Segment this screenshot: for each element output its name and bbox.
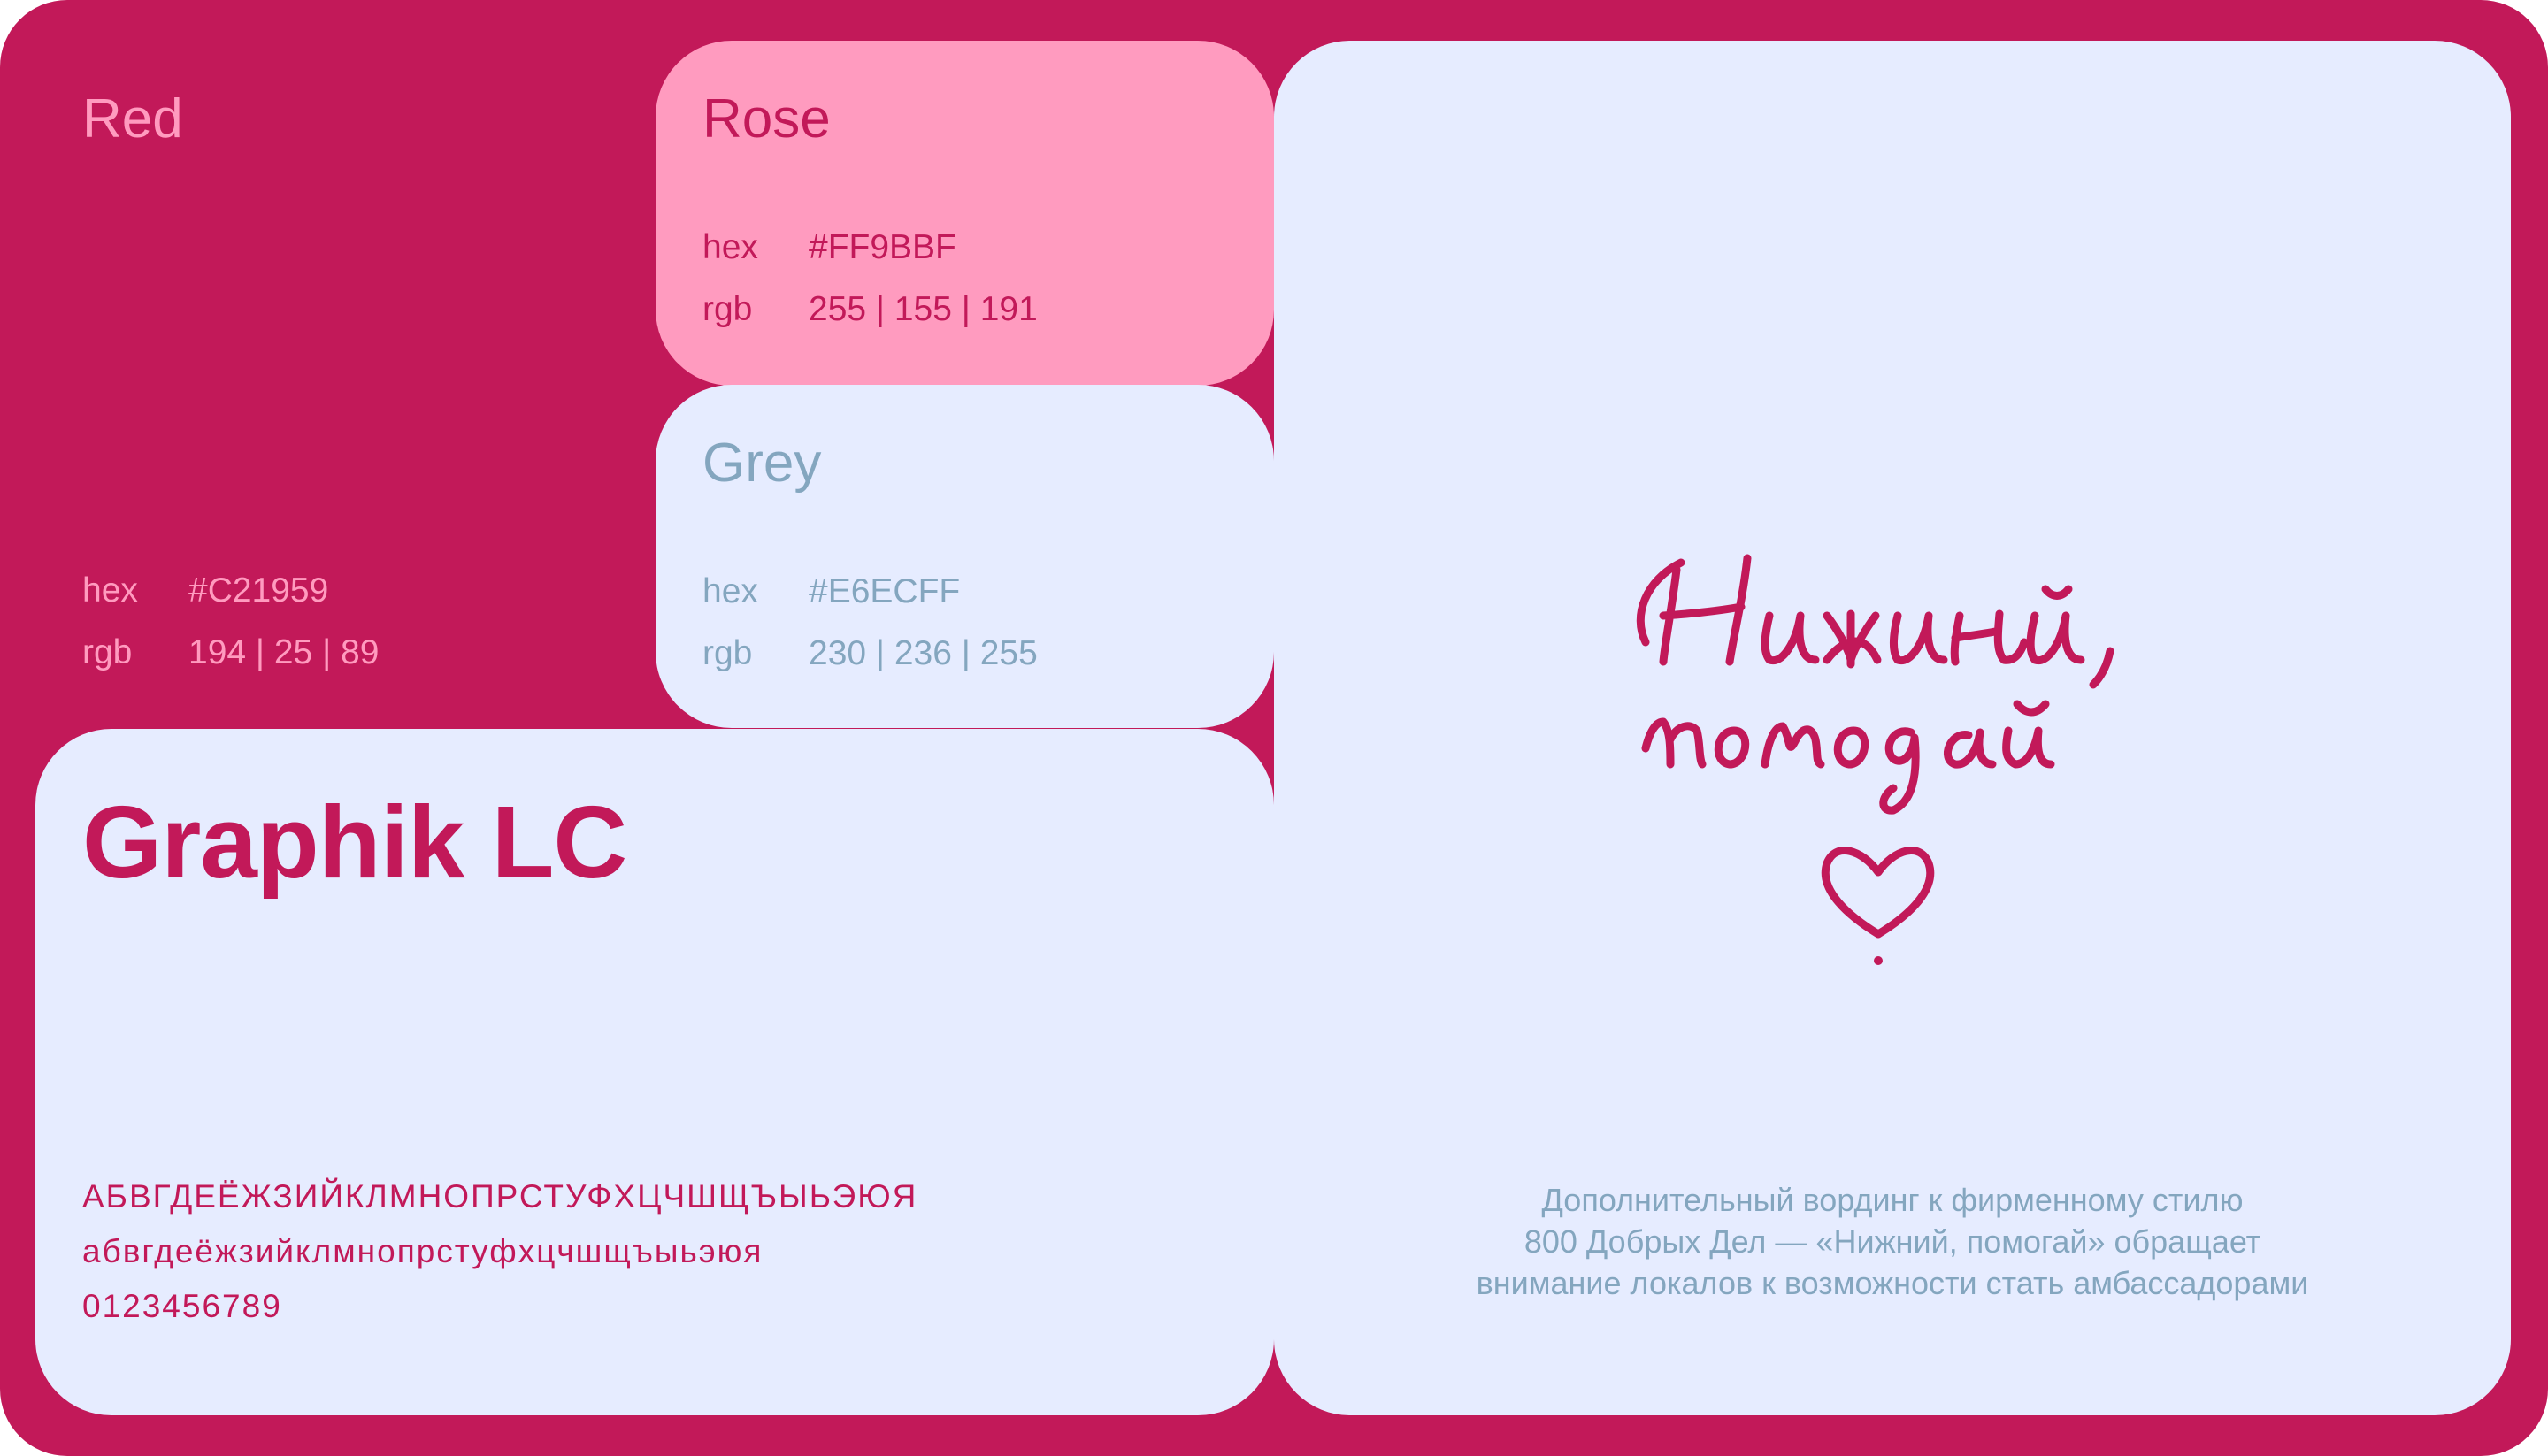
rgb-label: rgb <box>702 634 753 672</box>
brand-board: Red hex #C21959 rgb 194 | 25 | 89 Rose h… <box>0 0 2548 1456</box>
slogan-description: Дополнительный вординг к фирменному стил… <box>1274 1179 2511 1304</box>
swatch-grey: Grey hex #E6ECFF rgb 230 | 236 | 255 <box>656 385 1274 728</box>
rgb-value: 194 | 25 | 89 <box>188 633 380 671</box>
hex-label: hex <box>702 228 758 266</box>
description-line: Дополнительный вординг к фирменному стил… <box>1541 1182 2244 1218</box>
rgb-value: 230 | 236 | 255 <box>809 634 1038 672</box>
handwritten-slogan <box>1636 554 2114 815</box>
heart-icon <box>1821 847 1935 965</box>
hex-label: hex <box>82 571 138 609</box>
slogan-card: Дополнительный вординг к фирменному стил… <box>1274 41 2511 1415</box>
swatch-red-title: Red <box>82 88 183 149</box>
swatch-grey-title: Grey <box>702 433 822 494</box>
hex-value: #FF9BBF <box>809 228 956 266</box>
uppercase-alphabet: АБВГДЕЁЖЗИЙКЛМНОПРСТУФХЦЧШЩЪЫЬЭЮЯ <box>82 1178 918 1215</box>
description-line: внимание локалов к возможности стать амб… <box>1476 1265 2309 1301</box>
digits: 0123456789 <box>82 1288 282 1324</box>
font-name: Graphik LC <box>82 785 627 900</box>
hex-value: #C21959 <box>188 571 329 609</box>
rgb-value: 255 | 155 | 191 <box>809 290 1038 328</box>
hex-value: #E6ECFF <box>809 572 961 610</box>
swatch-rose-title: Rose <box>702 88 831 149</box>
rgb-label: rgb <box>82 633 133 671</box>
description-line: 800 Добрых Дел — «Нижний, помогай» обращ… <box>1523 1223 2261 1260</box>
rgb-label: rgb <box>702 290 753 328</box>
lowercase-alphabet: абвгдеёжзийклмнопрстуфхцчшщъыьэюя <box>82 1233 764 1269</box>
typeface-specimen: Graphik LC АБВГДЕЁЖЗИЙКЛМНОПРСТУФХЦЧШЩЪЫ… <box>35 729 1274 1415</box>
swatch-rose: Rose hex #FF9BBF rgb 255 | 155 | 191 <box>656 41 1274 386</box>
hex-label: hex <box>702 572 758 610</box>
